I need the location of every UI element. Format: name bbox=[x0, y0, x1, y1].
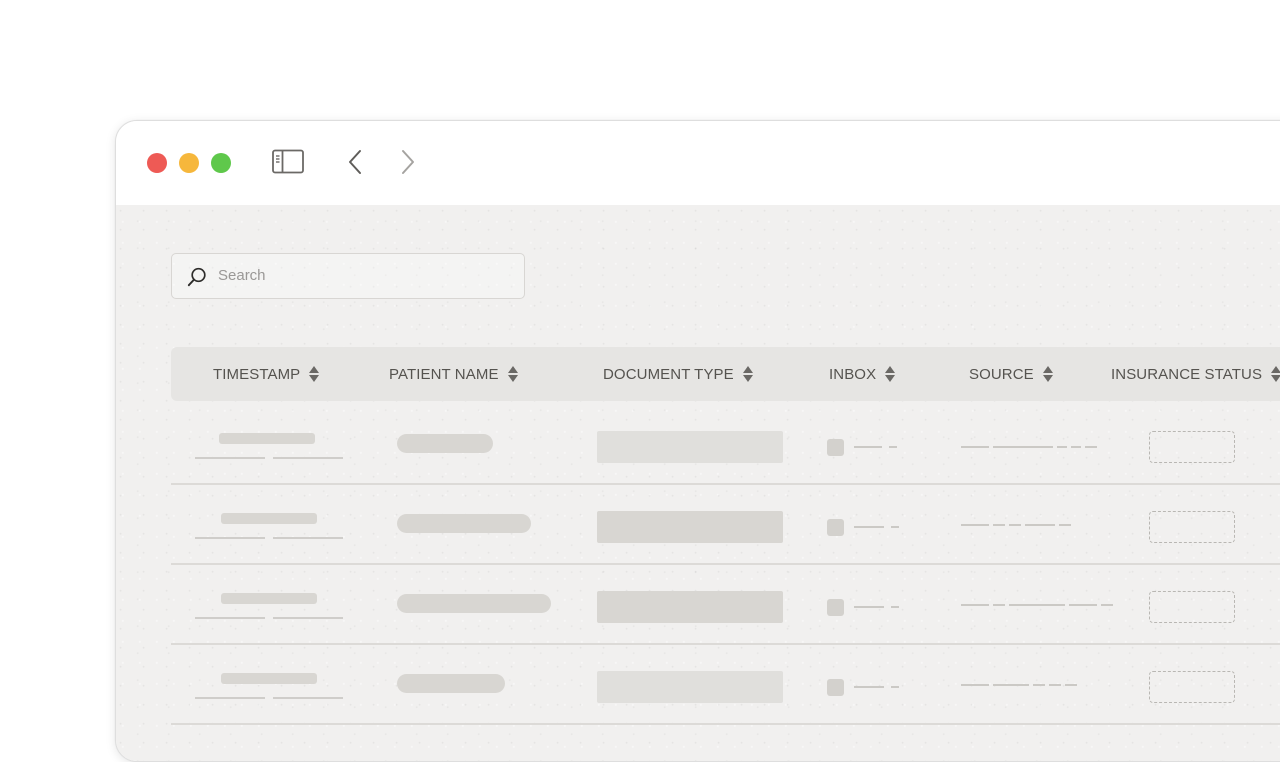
inbox-placeholder bbox=[891, 526, 899, 528]
sort-icon[interactable] bbox=[742, 366, 753, 382]
sort-icon[interactable] bbox=[885, 366, 896, 382]
source-placeholder bbox=[961, 684, 989, 686]
timestamp-underline bbox=[195, 617, 265, 619]
inbox-placeholder bbox=[854, 446, 882, 448]
search-icon bbox=[187, 267, 206, 287]
document-type-placeholder bbox=[597, 511, 783, 543]
source-placeholder bbox=[993, 604, 1005, 606]
column-label: TIMESTAMP bbox=[213, 365, 301, 383]
timestamp-underline bbox=[195, 697, 265, 699]
source-placeholder bbox=[961, 446, 989, 448]
document-type-placeholder bbox=[597, 431, 783, 463]
timestamp-placeholder bbox=[221, 673, 317, 684]
inbox-checkbox[interactable] bbox=[827, 439, 844, 456]
source-placeholder bbox=[1033, 684, 1045, 686]
column-label: SOURCE bbox=[969, 365, 1034, 383]
source-placeholder bbox=[961, 524, 989, 526]
inbox-placeholder bbox=[889, 446, 897, 448]
timestamp-underline bbox=[273, 537, 343, 539]
column-header-patient-name[interactable]: PATIENT NAME bbox=[389, 347, 518, 401]
timestamp-placeholder bbox=[219, 433, 315, 444]
column-label: INBOX bbox=[829, 365, 877, 383]
source-placeholder bbox=[1059, 524, 1071, 526]
column-label: PATIENT NAME bbox=[389, 365, 499, 383]
sort-icon[interactable] bbox=[507, 366, 518, 382]
insurance-status-badge bbox=[1149, 431, 1235, 463]
source-placeholder bbox=[1065, 684, 1077, 686]
column-label: DOCUMENT TYPE bbox=[603, 365, 734, 383]
source-placeholder bbox=[1025, 524, 1055, 526]
table-row[interactable] bbox=[171, 405, 1280, 485]
source-placeholder bbox=[1009, 524, 1021, 526]
source-placeholder bbox=[1085, 446, 1097, 448]
column-header-document-type[interactable]: DOCUMENT TYPE bbox=[603, 347, 753, 401]
chevron-right-icon bbox=[402, 150, 414, 174]
column-header-timestamp[interactable]: TIMESTAMP bbox=[213, 347, 320, 401]
app-window: TIMESTAMP PATIENT NAME DOCUMENT TYPE INB… bbox=[115, 120, 1280, 762]
source-placeholder bbox=[993, 524, 1005, 526]
patient-name-placeholder bbox=[397, 514, 531, 533]
source-placeholder bbox=[993, 446, 1053, 448]
forward-button[interactable] bbox=[398, 149, 418, 180]
timestamp-underline bbox=[273, 697, 343, 699]
timestamp-placeholder bbox=[221, 593, 317, 604]
inbox-checkbox[interactable] bbox=[827, 519, 844, 536]
search-box[interactable] bbox=[171, 253, 525, 299]
main-content: TIMESTAMP PATIENT NAME DOCUMENT TYPE INB… bbox=[116, 205, 1280, 761]
close-window-button[interactable] bbox=[147, 153, 167, 173]
source-placeholder bbox=[1071, 446, 1081, 448]
back-button[interactable] bbox=[346, 149, 366, 180]
table-row[interactable] bbox=[171, 485, 1280, 565]
insurance-status-badge bbox=[1149, 671, 1235, 703]
inbox-checkbox[interactable] bbox=[827, 599, 844, 616]
row-divider bbox=[171, 723, 1280, 725]
sort-icon[interactable] bbox=[309, 366, 320, 382]
inbox-placeholder bbox=[891, 686, 899, 688]
timestamp-placeholder bbox=[221, 513, 317, 524]
patient-name-placeholder bbox=[397, 674, 505, 693]
maximize-window-button[interactable] bbox=[211, 153, 231, 173]
sort-icon[interactable] bbox=[1042, 366, 1053, 382]
column-header-inbox[interactable]: INBOX bbox=[829, 347, 896, 401]
table-row[interactable] bbox=[171, 565, 1280, 645]
column-label: INSURANCE STATUS bbox=[1111, 365, 1263, 383]
source-placeholder bbox=[1057, 446, 1067, 448]
sort-icon[interactable] bbox=[1271, 366, 1280, 382]
minimize-window-button[interactable] bbox=[179, 153, 199, 173]
timestamp-underline bbox=[195, 537, 265, 539]
document-type-placeholder bbox=[597, 591, 783, 623]
search-input[interactable] bbox=[218, 254, 508, 297]
inbox-placeholder bbox=[854, 686, 884, 688]
timestamp-underline bbox=[273, 617, 343, 619]
source-placeholder bbox=[993, 684, 1029, 686]
patient-name-placeholder bbox=[397, 434, 493, 453]
inbox-placeholder bbox=[854, 606, 884, 608]
table-row[interactable] bbox=[171, 645, 1280, 725]
source-placeholder bbox=[1069, 604, 1097, 606]
table-header: TIMESTAMP PATIENT NAME DOCUMENT TYPE INB… bbox=[171, 347, 1280, 401]
title-bar bbox=[116, 121, 1280, 205]
patient-name-placeholder bbox=[397, 594, 551, 613]
insurance-status-badge bbox=[1149, 591, 1235, 623]
timestamp-underline bbox=[195, 457, 265, 459]
source-placeholder bbox=[1049, 684, 1061, 686]
column-header-source[interactable]: SOURCE bbox=[969, 347, 1053, 401]
source-placeholder bbox=[1009, 604, 1065, 606]
document-type-placeholder bbox=[597, 671, 783, 703]
inbox-placeholder bbox=[891, 606, 899, 608]
source-placeholder bbox=[1101, 604, 1113, 606]
column-header-insurance-status[interactable]: INSURANCE STATUS bbox=[1111, 347, 1280, 401]
insurance-status-badge bbox=[1149, 511, 1235, 543]
chevron-left-icon bbox=[349, 150, 361, 174]
inbox-placeholder bbox=[854, 526, 884, 528]
sidebar-toggle-button[interactable] bbox=[272, 149, 304, 180]
timestamp-underline bbox=[273, 457, 343, 459]
sidebar-icon bbox=[272, 149, 304, 174]
source-placeholder bbox=[961, 604, 989, 606]
inbox-checkbox[interactable] bbox=[827, 679, 844, 696]
